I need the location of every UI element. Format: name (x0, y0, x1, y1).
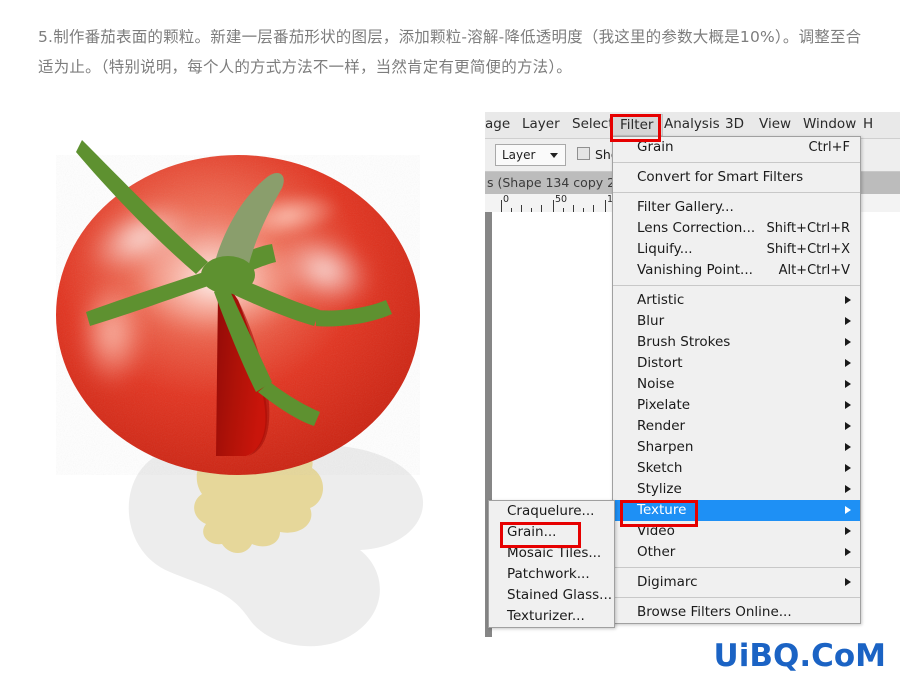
menu-item-stylize[interactable]: Stylize (613, 479, 860, 500)
menu-analysis[interactable]: Analysis (664, 116, 720, 132)
menu-separator (613, 285, 860, 286)
menu-item-label: Digimarc (637, 574, 698, 590)
menu-item-label: Liquify... (637, 241, 693, 257)
menu-item-label: Artistic (637, 292, 685, 308)
menu-item-accel: Shift+Ctrl+X (766, 242, 850, 257)
chevron-down-icon (550, 153, 558, 158)
menu-item-convert-for-smart-filters[interactable]: Convert for Smart Filters (613, 167, 860, 188)
chevron-right-icon (845, 485, 851, 493)
menu-item-other[interactable]: Other (613, 542, 860, 563)
ruler-label-0: 0 (503, 194, 510, 205)
menu-item-artistic[interactable]: Artistic (613, 290, 860, 311)
menu-item-label: Convert for Smart Filters (637, 169, 804, 185)
menu-item-label: Blur (637, 313, 665, 329)
menu-item-label: Grain... (507, 524, 557, 540)
menu-item-grain[interactable]: Grain... (489, 522, 614, 543)
menu-item-patchwork[interactable]: Patchwork... (489, 564, 614, 585)
menu-help[interactable]: H (863, 116, 873, 132)
menu-item-stained-glass[interactable]: Stained Glass... (489, 585, 614, 606)
menu-filter[interactable]: Filter (610, 114, 664, 136)
menu-item-texturizer[interactable]: Texturizer... (489, 606, 614, 627)
menu-item-texture[interactable]: Texture (613, 500, 860, 521)
menu-item-label: Stained Glass... (507, 587, 613, 603)
menu-item-label: Distort (637, 355, 683, 371)
chevron-right-icon (845, 338, 851, 346)
menu-item-blur[interactable]: Blur (613, 311, 860, 332)
menu-item-label: Sharpen (637, 439, 694, 455)
chevron-right-icon (845, 422, 851, 430)
menu-item-noise[interactable]: Noise (613, 374, 860, 395)
menu-item-render[interactable]: Render (613, 416, 860, 437)
menu-item-sketch[interactable]: Sketch (613, 458, 860, 479)
menu-item-liquify[interactable]: Liquify... Shift+Ctrl+X (613, 239, 860, 260)
menu-layer[interactable]: Layer (522, 116, 560, 132)
chevron-right-icon (845, 296, 851, 304)
menu-item-sharpen[interactable]: Sharpen (613, 437, 860, 458)
menu-bar: age Layer Select Filter Analysis 3D View… (485, 112, 900, 139)
menu-item-label: Sketch (637, 460, 683, 476)
menu-item-label: Grain (637, 139, 674, 155)
menu-item-label: Brush Strokes (637, 334, 731, 350)
menu-item-video[interactable]: Video (613, 521, 860, 542)
menu-item-label: Render (637, 418, 686, 434)
menu-item-label: Pixelate (637, 397, 691, 413)
menu-item-distort[interactable]: Distort (613, 353, 860, 374)
menu-item-label: Vanishing Point... (637, 262, 753, 278)
chevron-right-icon (845, 380, 851, 388)
chevron-right-icon (845, 464, 851, 472)
menu-item-vanishing-point[interactable]: Vanishing Point... Alt+Ctrl+V (613, 260, 860, 281)
menu-item-label: Mosaic Tiles... (507, 545, 602, 561)
layer-type-value: Layer (502, 148, 536, 162)
checkbox-icon[interactable] (577, 147, 590, 160)
menu-item-label: Browse Filters Online... (637, 604, 792, 620)
menu-item-accel: Alt+Ctrl+V (778, 263, 850, 278)
menu-item-digimarc[interactable]: Digimarc (613, 572, 860, 593)
menu-separator (613, 192, 860, 193)
menu-item-label: Texturizer... (507, 608, 585, 624)
layer-type-dropdown[interactable]: Layer (495, 144, 566, 166)
menu-item-accel: Ctrl+F (808, 140, 850, 155)
menu-item-label: Other (637, 544, 676, 560)
menu-item-grain-repeat[interactable]: Grain Ctrl+F (613, 137, 860, 158)
ruler-label-50: 50 (555, 194, 568, 205)
menu-item-label: Stylize (637, 481, 682, 497)
menu-item-filter-gallery[interactable]: Filter Gallery... (613, 197, 860, 218)
menu-item-brush-strokes[interactable]: Brush Strokes (613, 332, 860, 353)
menu-item-lens-correction[interactable]: Lens Correction... Shift+Ctrl+R (613, 218, 860, 239)
menu-item-mosaic-tiles[interactable]: Mosaic Tiles... (489, 543, 614, 564)
menu-view[interactable]: View (759, 116, 791, 132)
chevron-right-icon (845, 359, 851, 367)
site-watermark: UiBQ.CoM (713, 638, 886, 674)
menu-item-pixelate[interactable]: Pixelate (613, 395, 860, 416)
instruction-text: 5.制作番茄表面的颗粒。新建一层番茄形状的图层，添加颗粒-溶解-降低透明度（我这… (38, 28, 862, 76)
menu-item-label: Craquelure... (507, 503, 595, 519)
menu-window[interactable]: Window (803, 116, 856, 132)
menu-3d[interactable]: 3D (725, 116, 744, 132)
tomato-artwork (20, 120, 500, 650)
menu-separator (613, 162, 860, 163)
tomato-illustration (56, 140, 424, 647)
menu-item-accel: Shift+Ctrl+R (766, 221, 851, 236)
menu-item-label: Video (637, 523, 675, 539)
menu-separator (613, 597, 860, 598)
menu-item-craquelure[interactable]: Craquelure... (489, 501, 614, 522)
chevron-right-icon (845, 548, 851, 556)
chevron-right-icon (845, 506, 851, 514)
texture-submenu[interactable]: Craquelure... Grain... Mosaic Tiles... P… (488, 500, 615, 628)
menu-item-label: Noise (637, 376, 675, 392)
chevron-right-icon (845, 401, 851, 409)
chevron-right-icon (845, 527, 851, 535)
chevron-right-icon (845, 317, 851, 325)
menu-select[interactable]: Select (572, 116, 614, 132)
menu-item-label: Filter Gallery... (637, 199, 734, 215)
chevron-right-icon (845, 578, 851, 586)
filter-dropdown-menu[interactable]: Grain Ctrl+F Convert for Smart Filters F… (612, 136, 861, 624)
menu-image[interactable]: age (485, 116, 510, 132)
menu-item-label: Texture (637, 502, 687, 518)
chevron-right-icon (845, 443, 851, 451)
menu-separator (613, 567, 860, 568)
menu-item-label: Lens Correction... (637, 220, 756, 236)
menu-item-label: Patchwork... (507, 566, 590, 582)
menu-item-browse-filters-online[interactable]: Browse Filters Online... (613, 602, 860, 623)
